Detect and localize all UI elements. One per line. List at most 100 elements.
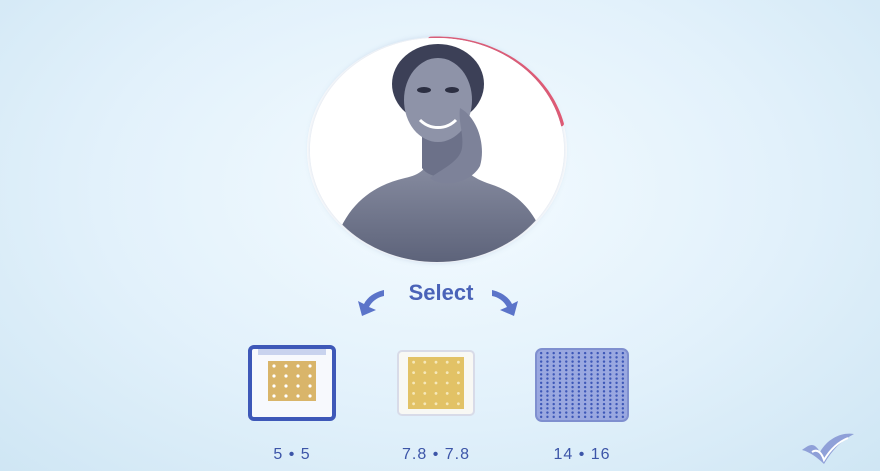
spot-dot (552, 385, 555, 389)
spot-dot (558, 394, 562, 397)
spot-dot (621, 364, 625, 368)
spot-dot (577, 415, 581, 419)
spot-dot (546, 356, 549, 359)
spot-dot (539, 364, 543, 368)
spot-dot (445, 381, 449, 385)
spot-dot (596, 381, 599, 385)
spot-dot (590, 381, 593, 385)
spot-dot (434, 392, 438, 395)
spot-dot (272, 364, 276, 368)
spot-dot (546, 407, 549, 410)
spot-dot (539, 407, 543, 410)
spot-dot (457, 392, 460, 395)
spot-dot (615, 368, 618, 372)
spot-option-14x16[interactable] (532, 345, 632, 430)
spot-dot (539, 351, 543, 355)
spot-dot (565, 415, 568, 419)
spot-dot (423, 392, 427, 395)
spot-dot (308, 394, 312, 398)
spot-dot (272, 394, 276, 398)
spot-dot (546, 381, 549, 385)
spot-dot (423, 402, 427, 406)
spot-dot (602, 402, 606, 406)
spot-dot (539, 381, 543, 385)
spot-dot (412, 371, 415, 374)
spot-dot (621, 360, 625, 363)
spot-dot (577, 360, 581, 363)
spot-dot (272, 374, 276, 378)
spot-dot (552, 390, 555, 393)
spot-dot (423, 381, 427, 385)
spot-dot (552, 402, 555, 406)
spot-dot (565, 398, 568, 402)
spot-dot (565, 390, 568, 393)
spot-dot (571, 360, 574, 363)
spot-dot (571, 398, 574, 402)
spot-dot (571, 407, 574, 410)
spot-dot (609, 381, 612, 385)
spot-dot (590, 385, 593, 389)
arrow-left-icon[interactable] (354, 284, 390, 320)
spot-dot (583, 368, 587, 372)
spot-dot (412, 381, 415, 385)
spot-dot (296, 374, 300, 378)
spot-dot (539, 373, 543, 376)
spot-dot (558, 398, 562, 402)
spot-dot (539, 356, 543, 359)
spot-dot (577, 390, 581, 393)
spot-dot (590, 356, 593, 359)
spot-dot (546, 373, 549, 376)
spot-dot (621, 411, 625, 414)
spot-option-7.8x7.8[interactable] (392, 345, 480, 426)
spot-dot (558, 402, 562, 406)
spot-dot (621, 407, 625, 410)
spot-dot (602, 398, 606, 402)
select-label: Select (408, 280, 474, 305)
spot-dot (457, 360, 460, 364)
spot-dot (565, 356, 568, 359)
spot-option-5x5[interactable] (248, 345, 336, 426)
spot-dot (558, 377, 562, 380)
spot-dot (434, 381, 438, 385)
spot-dot (571, 402, 574, 406)
spot-dot (445, 360, 449, 364)
spot-dot (577, 407, 581, 410)
spot-dot (615, 390, 618, 393)
spot-dot (445, 392, 449, 395)
spot-dot (621, 351, 625, 355)
spot-dot (571, 385, 574, 389)
confirm-check-icon[interactable] (798, 428, 858, 468)
spot-dot (602, 351, 606, 355)
spot-dot (609, 368, 612, 372)
spot-dot (565, 360, 568, 363)
spot-dot (565, 402, 568, 406)
spot-dot (565, 394, 568, 397)
spot-dot (457, 371, 460, 374)
spot-dot (577, 385, 581, 389)
spot-dot (615, 411, 618, 414)
spot-dot (565, 373, 568, 376)
spot-dot (546, 411, 549, 414)
spot-dot (583, 351, 587, 355)
spot-dot (546, 364, 549, 368)
arrow-right-icon[interactable] (486, 284, 522, 320)
spot-dot (552, 351, 555, 355)
spot-dot (615, 360, 618, 363)
spot-dot (552, 381, 555, 385)
spot-dot (565, 377, 568, 380)
spot-dot (596, 356, 599, 359)
spot-dot (615, 364, 618, 368)
spot-dot (602, 368, 606, 372)
spot-dot (546, 402, 549, 406)
spot-dot (412, 392, 415, 395)
select-row: Select (350, 274, 530, 324)
spot-dot (596, 360, 599, 363)
spot-dot (546, 394, 549, 397)
spot-dot (590, 360, 593, 363)
spot-dot (577, 398, 581, 402)
spot-dot (583, 364, 587, 368)
spot-dot (615, 356, 618, 359)
spot-dot (602, 360, 606, 363)
spot-dot (609, 394, 612, 397)
spot-dot (546, 360, 549, 363)
